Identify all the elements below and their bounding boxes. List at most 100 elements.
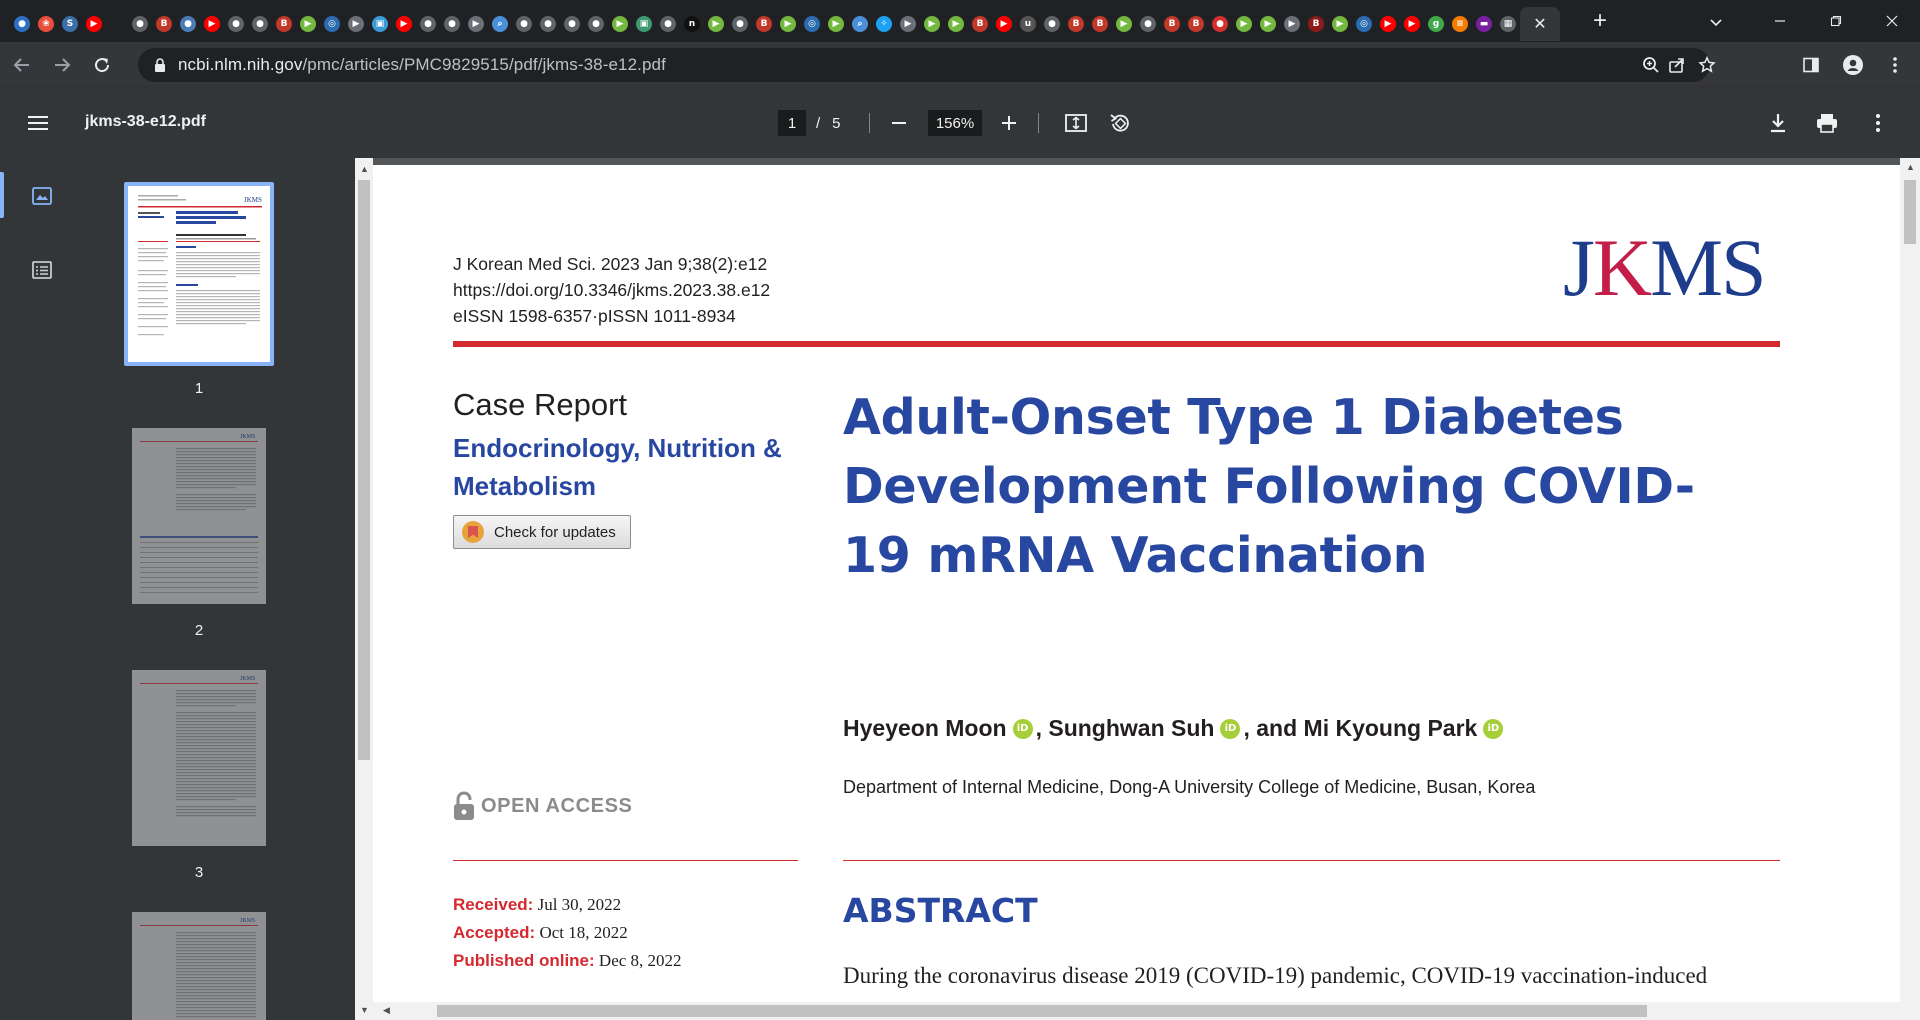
browser-tab[interactable]: ▶ bbox=[296, 7, 320, 41]
download-icon[interactable] bbox=[1764, 109, 1792, 137]
doi-line[interactable]: https://doi.org/10.3346/jkms.2023.38.e12 bbox=[453, 277, 770, 303]
browser-tab[interactable]: ▶ bbox=[1376, 7, 1400, 41]
browser-tab[interactable]: ▶ bbox=[824, 7, 848, 41]
fit-page-icon[interactable] bbox=[1062, 109, 1090, 137]
browser-tab[interactable]: ▶ bbox=[200, 7, 224, 41]
url-text[interactable]: ncbi.nlm.nih.gov/pmc/articles/PMC9829515… bbox=[178, 55, 666, 75]
browser-tab[interactable]: ● bbox=[728, 7, 752, 41]
horizontal-scroll-thumb[interactable] bbox=[437, 1005, 1647, 1017]
browser-tab[interactable]: B bbox=[272, 7, 296, 41]
reload-button[interactable] bbox=[84, 47, 120, 83]
orcid-icon[interactable]: iD bbox=[1012, 718, 1033, 739]
share-icon[interactable] bbox=[1664, 52, 1690, 78]
more-options-icon[interactable] bbox=[1864, 109, 1892, 137]
tab-search-icon[interactable] bbox=[1702, 8, 1730, 36]
browser-tab[interactable]: ● bbox=[248, 7, 272, 41]
browser-tab[interactable]: ⌕ bbox=[488, 7, 512, 41]
browser-tab[interactable]: ▶ bbox=[992, 7, 1016, 41]
browser-tab[interactable]: ▶ bbox=[776, 7, 800, 41]
profile-icon[interactable] bbox=[1838, 50, 1868, 80]
browser-tab[interactable]: B bbox=[1064, 7, 1088, 41]
zoom-level-input[interactable]: 156% bbox=[928, 110, 982, 136]
orcid-icon[interactable]: iD bbox=[1483, 718, 1504, 739]
browser-tab[interactable]: S bbox=[58, 7, 82, 41]
forward-button[interactable] bbox=[44, 47, 80, 83]
close-window-button[interactable] bbox=[1864, 0, 1920, 42]
address-bar[interactable]: ncbi.nlm.nih.gov/pmc/articles/PMC9829515… bbox=[138, 48, 1716, 82]
browser-tab[interactable]: ▶ bbox=[82, 7, 106, 41]
browser-tab[interactable]: B bbox=[968, 7, 992, 41]
browser-tab[interactable]: n bbox=[680, 7, 704, 41]
sidebar-scroll-thumb[interactable] bbox=[358, 180, 370, 760]
sidebar-scrollbar[interactable]: ▲ ▼ bbox=[355, 158, 373, 1020]
page-thumbnail-3[interactable]: JKMS bbox=[132, 670, 266, 846]
browser-tab[interactable]: ▶ bbox=[1112, 7, 1136, 41]
browser-tab[interactable]: ◎ bbox=[320, 7, 344, 41]
browser-tab[interactable]: B bbox=[1160, 7, 1184, 41]
browser-tab[interactable]: ▶ bbox=[1256, 7, 1280, 41]
browser-tab[interactable]: ● bbox=[1208, 7, 1232, 41]
browser-tab[interactable]: ▶ bbox=[464, 7, 488, 41]
browser-tab[interactable]: ▶ bbox=[1232, 7, 1256, 41]
browser-tab[interactable]: ● bbox=[128, 7, 152, 41]
browser-tab[interactable]: ● bbox=[536, 7, 560, 41]
back-button[interactable] bbox=[4, 47, 40, 83]
outline-view-icon[interactable] bbox=[28, 256, 56, 284]
browser-tab[interactable]: B bbox=[1184, 7, 1208, 41]
page-thumbnail-1[interactable]: JKMS bbox=[128, 186, 270, 362]
browser-tab[interactable]: ● bbox=[416, 7, 440, 41]
side-panel-icon[interactable] bbox=[1796, 50, 1826, 80]
sidebar-toggle-button[interactable] bbox=[28, 109, 56, 137]
document-horizontal-scrollbar[interactable]: ▼ ◀ bbox=[355, 1002, 1900, 1020]
bookmark-star-icon[interactable] bbox=[1694, 52, 1720, 78]
browser-tab[interactable]: ▶ bbox=[608, 7, 632, 41]
browser-tab[interactable]: ● bbox=[440, 7, 464, 41]
browser-tab[interactable]: ● bbox=[10, 7, 34, 41]
browser-tab[interactable]: ● bbox=[656, 7, 680, 41]
restore-button[interactable] bbox=[1808, 0, 1864, 42]
browser-tab[interactable]: B bbox=[1088, 7, 1112, 41]
browser-tab[interactable]: ▶ bbox=[944, 7, 968, 41]
document-vertical-scrollbar[interactable]: ▲ bbox=[1900, 158, 1920, 1020]
browser-tab[interactable]: ▶ bbox=[392, 7, 416, 41]
browser-tab[interactable]: ✧ bbox=[872, 7, 896, 41]
browser-tab[interactable]: ▶ bbox=[896, 7, 920, 41]
browser-tab[interactable]: g bbox=[1424, 7, 1448, 41]
browser-tab[interactable]: ▣ bbox=[632, 7, 656, 41]
orcid-icon[interactable]: iD bbox=[1220, 718, 1241, 739]
browser-tab[interactable]: ▶ bbox=[1400, 7, 1424, 41]
browser-tab[interactable]: ● bbox=[1136, 7, 1160, 41]
lock-icon[interactable] bbox=[152, 57, 168, 73]
browser-tab[interactable]: ● bbox=[584, 7, 608, 41]
browser-tab[interactable]: ≡ bbox=[1448, 7, 1472, 41]
browser-tab[interactable]: ▬ bbox=[1472, 7, 1496, 41]
browser-tab[interactable]: B bbox=[152, 7, 176, 41]
browser-tab[interactable]: ▣ bbox=[368, 7, 392, 41]
browser-tab[interactable]: ⌕ bbox=[848, 7, 872, 41]
browser-tab[interactable]: ▶ bbox=[344, 7, 368, 41]
minimize-button[interactable] bbox=[1752, 0, 1808, 42]
zoom-out-button[interactable] bbox=[886, 110, 912, 136]
zoom-in-button[interactable] bbox=[996, 110, 1022, 136]
print-icon[interactable] bbox=[1813, 109, 1841, 137]
browser-tab[interactable]: ▶ bbox=[704, 7, 728, 41]
browser-tab[interactable]: ▶ bbox=[920, 7, 944, 41]
browser-tab[interactable]: ❀ bbox=[34, 7, 58, 41]
zoom-icon[interactable] bbox=[1638, 52, 1664, 78]
rotate-icon[interactable] bbox=[1106, 109, 1134, 137]
browser-tab[interactable]: ● bbox=[1040, 7, 1064, 41]
page-thumbnail-2[interactable]: JKMS bbox=[132, 428, 266, 604]
new-tab-button[interactable]: + bbox=[1586, 7, 1614, 35]
browser-tab[interactable]: ● bbox=[560, 7, 584, 41]
browser-tab[interactable]: ● bbox=[176, 7, 200, 41]
browser-tab[interactable]: ▶ bbox=[1280, 7, 1304, 41]
browser-tab[interactable]: ◎ bbox=[800, 7, 824, 41]
browser-tab[interactable]: ● bbox=[512, 7, 536, 41]
document-scroll-thumb[interactable] bbox=[1904, 180, 1916, 244]
browser-tab[interactable]: B bbox=[1304, 7, 1328, 41]
browser-tab[interactable]: ▦ bbox=[1496, 7, 1520, 41]
browser-tab[interactable]: u bbox=[1016, 7, 1040, 41]
browser-tab[interactable]: ▶ bbox=[1328, 7, 1352, 41]
thumbnails-view-icon[interactable] bbox=[28, 182, 56, 210]
browser-tab[interactable]: ● bbox=[224, 7, 248, 41]
